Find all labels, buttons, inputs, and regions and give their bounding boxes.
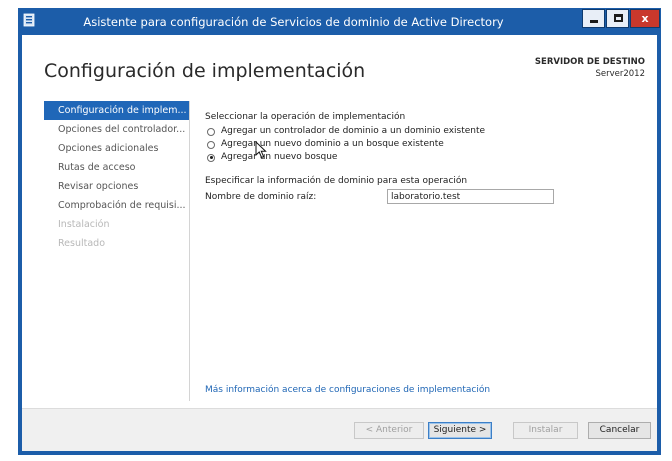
minimize-button[interactable] (582, 9, 605, 28)
title-bar[interactable]: Asistente para configuración de Servicio… (18, 8, 661, 34)
maximize-button[interactable] (606, 9, 629, 28)
option-add-dc-existing-domain[interactable]: Agregar un controlador de dominio a un d… (205, 125, 635, 138)
operation-label: Seleccionar la operación de implementaci… (205, 112, 406, 122)
root-domain-label: Nombre de dominio raíz: (205, 192, 317, 202)
wizard-steps-nav: Configuración de implem... Opciones del … (44, 101, 190, 253)
wizard-footer: < Anterior Siguiente > Instalar Cancelar (22, 408, 657, 451)
option-label: Agregar un nuevo bosque (221, 152, 338, 162)
nav-item-review-options[interactable]: Revisar opciones (44, 177, 190, 196)
nav-item-dc-options[interactable]: Opciones del controlador... (44, 120, 190, 139)
install-button[interactable]: Instalar (513, 422, 578, 439)
nav-item-installation: Instalación (58, 219, 110, 230)
radio-add-dc-existing-domain[interactable] (207, 127, 215, 136)
deployment-config-panel: Seleccionar la operación de implementaci… (205, 110, 635, 207)
destination-server: SERVIDOR DE DESTINO Server2012 (535, 56, 645, 80)
wizard-window: Asistente para configuración de Servicio… (18, 8, 661, 455)
destination-label: SERVIDOR DE DESTINO (534, 57, 645, 67)
wizard-client-area: Configuración de implementación SERVIDOR… (22, 35, 657, 451)
window-title: Asistente para configuración de Servicio… (83, 15, 504, 29)
radio-add-domain-existing-forest[interactable] (207, 140, 215, 149)
close-icon: x (641, 12, 649, 25)
nav-item-additional-options[interactable]: Opciones adicionales (44, 139, 190, 158)
domain-info-label: Especificar la información de dominio pa… (205, 176, 468, 186)
next-button[interactable]: Siguiente > (428, 422, 492, 439)
root-domain-row: Nombre de dominio raíz: (205, 189, 635, 207)
minimize-icon (590, 20, 598, 23)
page-title: Configuración de implementación (44, 60, 366, 82)
nav-item-prerequisites[interactable]: Comprobación de requisi... (44, 196, 190, 215)
close-button[interactable]: x (630, 9, 660, 28)
nav-item-deployment-config[interactable]: Configuración de implem... (44, 101, 190, 120)
destination-value: Server2012 (595, 69, 645, 79)
back-button[interactable]: < Anterior (354, 422, 424, 439)
cancel-button[interactable]: Cancelar (588, 422, 651, 439)
more-info-link[interactable]: Más información acerca de configuracione… (205, 385, 490, 395)
root-domain-input[interactable] (387, 189, 554, 204)
option-add-domain-existing-forest[interactable]: Agregar un nuevo dominio a un bosque exi… (205, 138, 635, 151)
nav-item-paths[interactable]: Rutas de acceso (44, 158, 190, 177)
radio-add-new-forest[interactable] (207, 153, 215, 162)
mouse-pointer-icon (255, 141, 267, 159)
option-label: Agregar un controlador de dominio a un d… (221, 126, 486, 136)
nav-divider (189, 101, 190, 401)
maximize-icon (614, 14, 623, 22)
option-add-new-forest[interactable]: Agregar un nuevo bosque (205, 151, 635, 164)
nav-item-result: Resultado (58, 238, 106, 249)
